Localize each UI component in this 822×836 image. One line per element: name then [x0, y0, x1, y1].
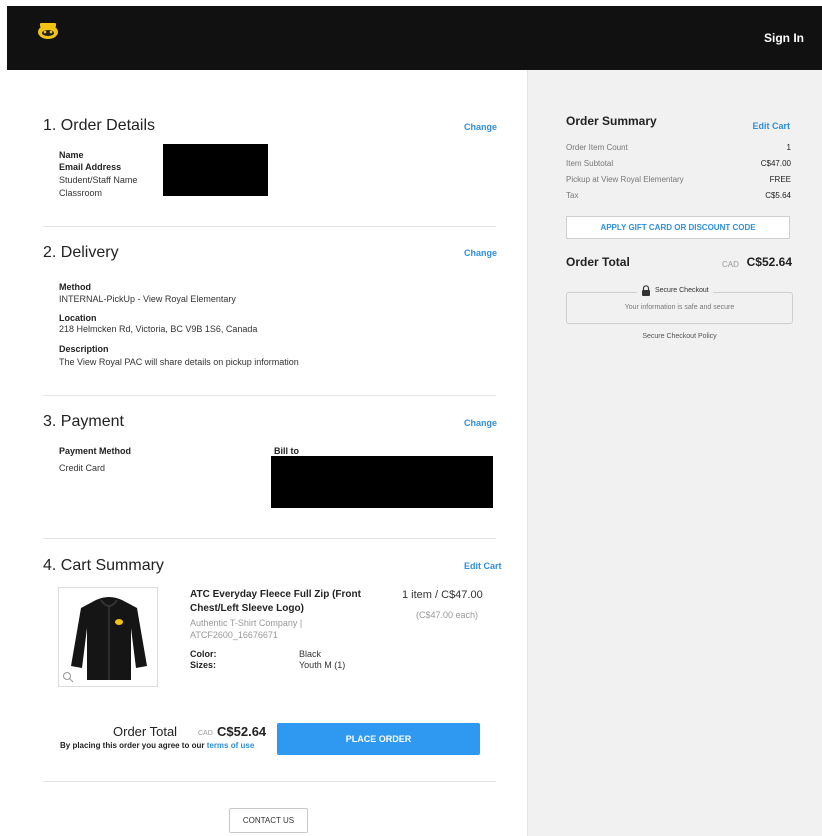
location-label: Location [59, 313, 97, 323]
school-logo-icon[interactable] [37, 22, 59, 40]
place-order-button[interactable]: PLACE ORDER [277, 723, 480, 755]
agreement-text: By placing this order you agree to our [60, 741, 207, 750]
summary-row-item-count: Order Item Count 1 [566, 143, 791, 152]
top-navigation-bar: Sign In [7, 6, 822, 70]
summary-row-subtotal: Item Subtotal C$47.00 [566, 159, 791, 168]
order-details-change-link[interactable]: Change [464, 122, 497, 132]
order-details-title: 1. Order Details [43, 117, 156, 134]
color-label: Color: [190, 649, 217, 659]
summary-row-label: Tax [566, 191, 579, 200]
summary-order-total-label: Order Total [566, 255, 630, 269]
summary-edit-cart-link[interactable]: Edit Cart [752, 121, 790, 131]
apply-gift-card-button[interactable]: APPLY GIFT CARD OR DISCOUNT CODE [566, 216, 790, 239]
method-label: Method [59, 282, 91, 292]
payment-method-label: Payment Method [59, 446, 132, 456]
delivery-title: 2. Delivery [43, 244, 119, 261]
product-name-line2[interactable]: Chest/Left Sleeve Logo) [190, 603, 304, 614]
section-divider [43, 538, 496, 539]
summary-row-label: Pickup at View Royal Elementary [566, 175, 684, 184]
summary-row-tax: Tax C$5.64 [566, 191, 791, 200]
bill-to-label: Bill to [274, 446, 299, 456]
order-summary-title: Order Summary [566, 114, 657, 128]
description-value: The View Royal PAC will share details on… [59, 357, 299, 367]
summary-row-label: Item Subtotal [566, 159, 614, 168]
summary-row-value: 1 [786, 143, 791, 152]
secure-checkout-subtitle: Your information is safe and secure [624, 304, 735, 311]
payment-change-link[interactable]: Change [464, 418, 497, 428]
summary-row-value: C$47.00 [760, 159, 791, 168]
classroom-label: Classroom [59, 188, 103, 198]
summary-order-total-value: C$52.64 [746, 255, 792, 269]
product-image[interactable] [58, 587, 158, 687]
redacted-order-details [163, 144, 268, 196]
payment-title: 3. Payment [43, 413, 124, 430]
secure-checkout-policy-link[interactable]: Secure Checkout Policy [566, 333, 793, 340]
order-total-label: Order Total [113, 724, 178, 739]
summary-row-value: C$5.64 [765, 191, 791, 200]
product-vendor: Authentic T-Shirt Company | [190, 618, 303, 628]
quantity-price: 1 item / C$47.00 [402, 589, 483, 601]
order-summary-panel [527, 70, 822, 836]
sizes-value: Youth M (1) [299, 660, 346, 670]
description-label: Description [59, 344, 109, 354]
contact-us-button[interactable]: CONTACT US [229, 808, 308, 833]
hoodie-image [71, 597, 147, 680]
cart-edit-link[interactable]: Edit Cart [464, 561, 502, 571]
sign-in-link[interactable]: Sign In [764, 31, 804, 45]
cart-summary-title: 4. Cart Summary [43, 557, 164, 574]
summary-row-label: Order Item Count [566, 143, 628, 152]
location-value: 218 Helmcken Rd, Victoria, BC V9B 1S6, C… [59, 324, 258, 334]
section-divider [43, 226, 496, 227]
product-sku: ATCF2600_16676671 [190, 630, 278, 640]
method-value: INTERNAL-PickUp - View Royal Elementary [59, 294, 236, 304]
each-price: (C$47.00 each) [416, 610, 479, 620]
order-total-value: C$52.64 [217, 724, 267, 739]
student-staff-name-label: Student/Staff Name [59, 175, 138, 185]
color-value: Black [299, 649, 322, 659]
redacted-billing-address [271, 456, 493, 508]
terms-of-use-link[interactable]: terms of use [207, 741, 255, 750]
product-name-line1[interactable]: ATC Everyday Fleece Full Zip (Front [190, 589, 361, 600]
summary-row-pickup: Pickup at View Royal Elementary FREE [566, 175, 791, 184]
terms-agreement-text: By placing this order you agree to our t… [60, 741, 254, 750]
payment-method-value: Credit Card [59, 463, 106, 473]
sizes-label: Sizes: [190, 660, 217, 670]
section-divider [43, 395, 496, 396]
order-total-currency: CAD [198, 730, 213, 737]
lock-icon [642, 285, 650, 296]
name-label: Name [59, 150, 84, 160]
delivery-change-link[interactable]: Change [464, 248, 497, 258]
secure-checkout-title: Secure Checkout [655, 287, 709, 294]
zoom-icon[interactable] [62, 671, 74, 683]
secure-checkout-heading: Secure Checkout [637, 285, 713, 296]
section-divider [43, 781, 496, 782]
email-label: Email Address [59, 162, 122, 172]
summary-row-value: FREE [769, 175, 791, 184]
summary-order-total-currency: CAD [722, 260, 739, 269]
